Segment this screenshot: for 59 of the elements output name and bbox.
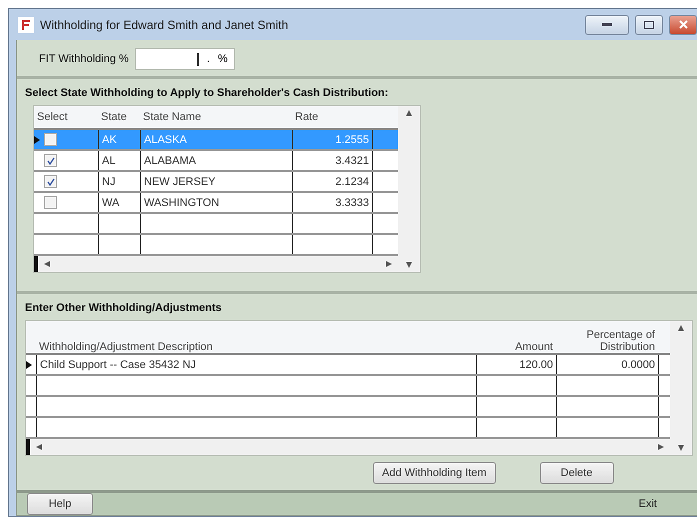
minimize-button[interactable]: [585, 14, 629, 34]
table-cell: AL: [98, 151, 140, 170]
column-header[interactable]: Select: [34, 106, 98, 128]
table-row[interactable]: Child Support -- Case 35432 NJ 120.00 0.0000: [26, 355, 670, 376]
table-cell: 3.4321: [292, 151, 372, 170]
select-checkbox[interactable]: [44, 133, 57, 146]
table-cell: WASHINGTON: [140, 193, 292, 212]
column-header[interactable]: Amount: [476, 321, 556, 353]
table-cell: NJ: [98, 172, 140, 191]
maximize-button[interactable]: [635, 14, 663, 34]
column-header[interactable]: State Name: [140, 106, 292, 128]
column-header[interactable]: State: [98, 106, 140, 128]
scroll-right-arrow-icon[interactable]: [386, 261, 392, 267]
add-withholding-item-button[interactable]: Add Withholding Item: [373, 462, 496, 484]
table-cell: ALABAMA: [140, 151, 292, 170]
scroll-up-arrow-icon[interactable]: [406, 110, 412, 116]
table-cell: 120.00: [476, 355, 556, 374]
close-button[interactable]: [669, 14, 697, 34]
scroll-down-arrow-icon[interactable]: [406, 262, 412, 268]
column-header[interactable]: Percentage of Distribution: [556, 321, 658, 353]
window-title: Withholding for Edward Smith and Janet Smith: [40, 18, 290, 32]
fit-withholding-label: FIT Withholding %: [39, 53, 129, 65]
table-row[interactable]: WA WASHINGTON 3.3333: [34, 193, 398, 214]
maximize-icon: [644, 20, 654, 28]
select-checkbox[interactable]: [44, 196, 57, 209]
table-cell: ALASKA: [140, 130, 292, 149]
table-row[interactable]: AL ALABAMA 3.4321: [34, 151, 398, 172]
table-cell: 1.2555: [292, 130, 372, 149]
table-cell: 2.1234: [292, 172, 372, 191]
column-header[interactable]: Withholding/Adjustment Description: [36, 321, 476, 353]
table-cell: Child Support -- Case 35432 NJ: [36, 355, 476, 374]
section-heading: Enter Other Withholding/Adjustments: [25, 302, 223, 314]
delete-button[interactable]: Delete: [540, 462, 614, 484]
scroll-up-arrow-icon[interactable]: [678, 325, 684, 331]
table-cell: 0.0000: [556, 355, 658, 374]
select-checkbox[interactable]: [44, 175, 57, 188]
app-logo-icon: [18, 16, 34, 32]
exit-button[interactable]: Exit: [638, 498, 657, 510]
checkmark-icon: [46, 156, 54, 164]
table-row[interactable]: NJ NEW JERSEY 2.1234: [34, 172, 398, 193]
close-icon: [678, 20, 688, 29]
horizontal-scrollbar[interactable]: [34, 256, 398, 272]
column-header[interactable]: Rate: [292, 106, 372, 128]
scroll-left-arrow-icon[interactable]: [36, 444, 42, 450]
fit-withholding-field[interactable]: . %: [134, 48, 235, 70]
scroll-down-arrow-icon[interactable]: [678, 445, 684, 451]
minimize-icon: [602, 22, 612, 26]
scroll-left-arrow-icon[interactable]: [44, 261, 50, 267]
checkmark-icon: [46, 178, 54, 186]
table-cell: NEW JERSEY: [140, 172, 292, 191]
current-row-icon: [34, 136, 40, 144]
scroll-right-arrow-icon[interactable]: [658, 444, 664, 450]
table-cell: WA: [98, 193, 140, 212]
section-heading: Select State Withholding to Apply to Shareholder's Cash Distribution:: [25, 87, 390, 99]
table-cell: AK: [98, 130, 140, 149]
help-button[interactable]: Help: [27, 493, 93, 515]
table-cell: 3.3333: [292, 193, 372, 212]
horizontal-scrollbar[interactable]: [26, 439, 670, 455]
select-checkbox[interactable]: [44, 154, 57, 167]
